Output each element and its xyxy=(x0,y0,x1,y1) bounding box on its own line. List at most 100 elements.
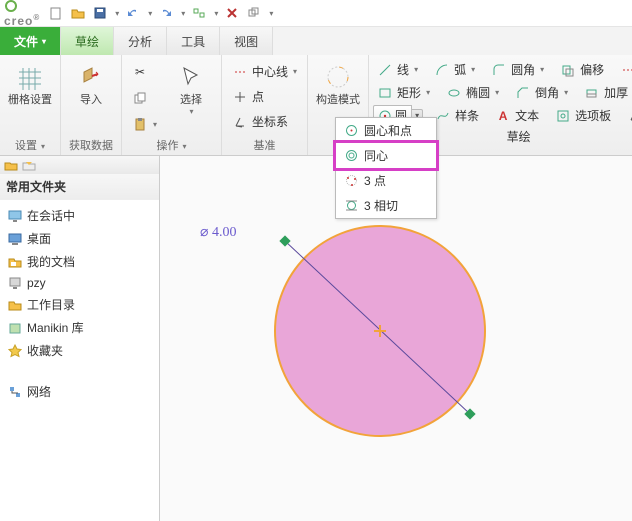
thicken-button[interactable]: 加厚 xyxy=(580,82,632,103)
folder-label: 我的文档 xyxy=(27,253,75,270)
cut-button[interactable]: ✂ xyxy=(128,62,161,82)
folder-label: Manikin 库 xyxy=(27,319,84,336)
text-icon: A xyxy=(495,108,511,124)
chamfer-icon xyxy=(515,85,531,101)
fillet-button[interactable]: 圆角 ▾ xyxy=(487,59,548,80)
line-icon xyxy=(377,62,393,78)
ellipse-icon xyxy=(446,85,462,101)
tab-sketch[interactable]: 草绘 xyxy=(61,27,114,55)
chevron-down-icon[interactable]: ▾ xyxy=(269,9,273,18)
app-logo: creo® xyxy=(4,0,40,28)
folder-item[interactable]: 收藏夹 xyxy=(2,339,157,362)
offset-button[interactable]: 偏移 xyxy=(556,59,608,80)
network-icon xyxy=(8,385,22,399)
folder-item[interactable]: Manikin 库 xyxy=(2,316,157,339)
chevron-down-icon[interactable]: ▾ xyxy=(181,9,185,18)
thicken-icon xyxy=(584,85,600,101)
tab-analysis[interactable]: 分析 xyxy=(114,27,167,55)
csys-button[interactable]: 坐标系 xyxy=(228,111,301,132)
tab-icon[interactable] xyxy=(4,158,18,172)
monitor-icon xyxy=(8,209,22,223)
paste-icon xyxy=(132,116,148,132)
arc-icon xyxy=(434,62,450,78)
rect-icon xyxy=(377,85,393,101)
construct-icon xyxy=(324,63,352,91)
three-tan-icon xyxy=(344,199,358,213)
centerline-icon xyxy=(232,64,248,80)
tab-file[interactable]: 文件▾ xyxy=(0,27,61,55)
folder-item[interactable]: 网络 xyxy=(2,380,157,403)
point-button[interactable]: 点 xyxy=(228,86,301,107)
menu-three-points[interactable]: 3 点 xyxy=(336,168,436,193)
chevron-down-icon[interactable]: ▾ xyxy=(115,9,119,18)
menu-concentric[interactable]: 同心 xyxy=(333,140,439,171)
quick-access-toolbar: ▾ ▾ ▾ ▾ ▾ xyxy=(48,5,273,21)
sidebar-tabs[interactable] xyxy=(0,156,159,174)
rect-button[interactable]: 矩形 ▾ xyxy=(373,82,434,103)
chevron-down-icon[interactable]: ▾ xyxy=(214,9,218,18)
folder-label: 桌面 xyxy=(27,230,51,247)
close-icon[interactable] xyxy=(224,5,240,21)
text-button[interactable]: A文本 xyxy=(491,105,543,126)
ribbon: 栅格设置 设置 ▾ 导入 获取数据 ✂ ▾ 选择▾ 操作 ▾ xyxy=(0,55,632,156)
line-button[interactable]: 线 ▾ xyxy=(373,59,422,80)
paste-button[interactable]: ▾ xyxy=(128,114,161,134)
import-icon xyxy=(77,63,105,91)
copy-button[interactable] xyxy=(128,88,161,108)
chamfer-button[interactable]: 倒角 ▾ xyxy=(511,82,572,103)
import-button[interactable]: 导入 xyxy=(67,59,115,135)
folder-item[interactable]: pzy xyxy=(2,273,157,293)
save-icon[interactable] xyxy=(92,5,108,21)
grid-settings-button[interactable]: 栅格设置 xyxy=(6,59,54,135)
centerline-icon xyxy=(620,62,632,78)
tab-icon[interactable] xyxy=(22,158,36,172)
csys-tool[interactable] xyxy=(623,105,632,126)
chevron-down-icon[interactable]: ▾ xyxy=(148,9,152,18)
concentric-icon xyxy=(344,149,358,163)
tab-tools[interactable]: 工具 xyxy=(167,27,220,55)
group-ops: ✂ ▾ 选择▾ 操作 ▾ xyxy=(122,55,222,155)
csys-icon xyxy=(232,114,248,130)
redo-icon[interactable] xyxy=(158,5,174,21)
titlebar: creo® ▾ ▾ ▾ ▾ ▾ xyxy=(0,0,632,27)
group-import: 导入 获取数据 xyxy=(61,55,122,155)
arc-button[interactable]: 弧 ▾ xyxy=(430,59,479,80)
scissors-icon: ✂ xyxy=(132,64,148,80)
folder-item[interactable]: 工作目录 xyxy=(2,293,157,316)
folder-tree: 在会话中桌面我的文档 pzy 工作目录 Manikin 库收藏夹网络 xyxy=(0,200,159,521)
pc-icon xyxy=(8,276,22,290)
menu-three-tangent[interactable]: 3 相切 xyxy=(336,193,436,218)
new-icon[interactable] xyxy=(48,5,64,21)
centerline-button[interactable]: 中心线 ▾ xyxy=(228,61,301,82)
dimension-label: ⌀ 4.00 xyxy=(200,225,236,240)
tab-view[interactable]: 视图 xyxy=(220,27,273,55)
center-button[interactable]: 中 xyxy=(616,59,632,80)
windows-icon[interactable] xyxy=(246,5,262,21)
folder-item[interactable]: 桌面 xyxy=(2,227,157,250)
cursor-icon xyxy=(177,63,205,91)
spline-button[interactable]: 样条 xyxy=(431,105,483,126)
group-label[interactable]: 操作 ▾ xyxy=(128,135,215,153)
open-icon[interactable] xyxy=(70,5,86,21)
circle-menu: 圆心和点 同心 3 点 3 相切 xyxy=(335,117,437,219)
workdir-icon xyxy=(8,298,22,312)
folder-item[interactable]: 在会话中 xyxy=(2,204,157,227)
group-label: 基准 xyxy=(228,135,301,153)
group-base: 中心线 ▾ 点 坐标系 基准 xyxy=(222,55,308,155)
folder-label: 收藏夹 xyxy=(27,342,63,359)
desktop-icon xyxy=(8,232,22,246)
ribbon-tabs: 文件▾ 草绘 分析 工具 视图 xyxy=(0,27,632,55)
regen-icon[interactable] xyxy=(191,5,207,21)
palette-button[interactable]: 选项板 xyxy=(551,105,615,126)
select-button[interactable]: 选择▾ xyxy=(167,59,215,135)
group-grid: 栅格设置 设置 ▾ xyxy=(0,55,61,155)
undo-icon[interactable] xyxy=(125,5,141,21)
folder-label: pzy xyxy=(27,276,46,290)
grid-icon xyxy=(16,63,44,91)
group-label[interactable]: 设置 ▾ xyxy=(6,135,54,153)
fillet-icon xyxy=(491,62,507,78)
manikin-icon xyxy=(8,321,22,335)
folder-item[interactable]: 我的文档 xyxy=(2,250,157,273)
palette-icon xyxy=(555,108,571,124)
ellipse-button[interactable]: 椭圆 ▾ xyxy=(442,82,503,103)
